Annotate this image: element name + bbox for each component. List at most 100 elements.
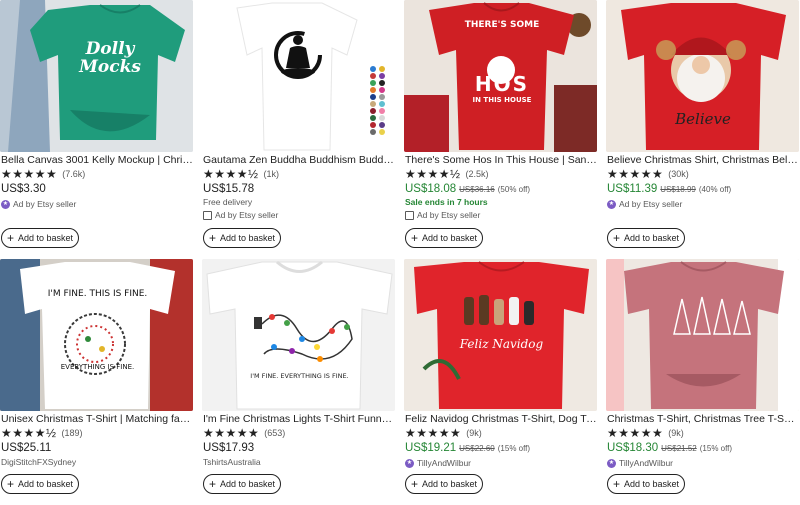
shop-label[interactable]: ★ TillyAndWilbur bbox=[607, 458, 673, 468]
button-label: Add to basket bbox=[219, 233, 276, 243]
add-to-basket-button[interactable]: + Add to basket bbox=[405, 228, 483, 248]
rating: ★★★★½ (2.5k) bbox=[405, 168, 489, 180]
shop-name: TillyAndWilbur bbox=[619, 458, 674, 468]
shirt-text-line: THERE'S SOME bbox=[464, 20, 540, 30]
ad-label: ★ Ad by Etsy seller bbox=[1, 199, 76, 209]
add-to-basket-button[interactable]: + Add to basket bbox=[405, 474, 483, 494]
review-count: (7.6k) bbox=[62, 169, 86, 179]
add-to-basket-button[interactable]: + Add to basket bbox=[1, 474, 79, 494]
ad-label: ★ Ad by Etsy seller bbox=[607, 199, 682, 209]
shirt-text-line: I'M FINE. THIS IS FINE. bbox=[47, 289, 148, 299]
price-row: US$25.11 bbox=[1, 442, 51, 454]
product-image[interactable]: I'M FINE. THIS IS FINE. EVERYTHING IS FI… bbox=[0, 259, 193, 411]
star-rating-icon: ★★★★½ bbox=[1, 426, 57, 440]
star-rating-icon: ★★★★½ bbox=[203, 167, 259, 181]
product-card[interactable]: THERE'S SOME HOS IN THIS HOUSE There's S… bbox=[404, 0, 597, 248]
button-label: Add to basket bbox=[421, 233, 478, 243]
ad-text: Ad by Etsy seller bbox=[13, 199, 77, 209]
product-card[interactable]: I'M FINE. THIS IS FINE. EVERYTHING IS FI… bbox=[0, 259, 193, 505]
add-to-basket-button[interactable]: + Add to basket bbox=[1, 228, 79, 248]
button-label: Add to basket bbox=[623, 479, 680, 489]
product-image[interactable]: I'M FINE. EVERYTHING IS FINE. bbox=[202, 259, 395, 411]
sale-price: US$18.30 bbox=[607, 442, 659, 454]
shirt-print-text: Believe bbox=[675, 110, 731, 128]
product-image[interactable]: Believe bbox=[606, 0, 799, 152]
sale-ends-label: Sale ends in 7 hours bbox=[405, 197, 488, 207]
product-title[interactable]: Bella Canvas 3001 Kelly Mockup | Christm… bbox=[1, 154, 193, 167]
ad-label: Ad by Etsy seller bbox=[203, 210, 278, 220]
product-card[interactable]: Dolly Mocks Bella Canvas 3001 Kelly Mock… bbox=[0, 0, 193, 248]
shirt-print-text: THERE'S SOME HOS IN THIS HOUSE bbox=[460, 20, 544, 104]
product-card[interactable]: Believe Believe Christmas Shirt, Christm… bbox=[606, 0, 799, 248]
product-image[interactable]: THERE'S SOME HOS IN THIS HOUSE bbox=[404, 0, 597, 152]
product-title[interactable]: I'm Fine Christmas Lights T-Shirt Funny … bbox=[203, 413, 395, 426]
product-title[interactable]: There's Some Hos In This House | Santa C… bbox=[405, 154, 597, 167]
star-rating-icon: ★★★★★ bbox=[405, 426, 462, 440]
ad-text: Ad by Etsy seller bbox=[417, 210, 481, 220]
product-title[interactable]: Gautama Zen Buddha Buddhism Buddhist Rel… bbox=[203, 154, 395, 167]
review-count: (653) bbox=[264, 428, 286, 438]
product-title[interactable]: Feliz Navidog Christmas T-Shirt, Dog T-S… bbox=[405, 413, 597, 426]
price-row: US$15.78 bbox=[203, 183, 254, 195]
button-label: Add to basket bbox=[421, 479, 478, 489]
product-title[interactable]: Believe Christmas Shirt, Christmas Belie… bbox=[607, 154, 799, 167]
product-image[interactable]: Feliz Navidog bbox=[404, 259, 597, 411]
shirt-print-text: I'M FINE. THIS IS FINE. EVERYTHING IS FI… bbox=[30, 289, 165, 371]
star-rating-icon: ★★★★½ bbox=[405, 167, 461, 181]
ad-icon: ★ bbox=[1, 199, 10, 209]
product-image[interactable]: Dolly Mocks bbox=[0, 0, 193, 152]
shop-name: TillyAndWilbur bbox=[417, 458, 472, 468]
discount-percent: (50% off) bbox=[497, 185, 531, 194]
product-card[interactable]: Feliz Navidog Feliz Navidog Christmas T-… bbox=[404, 259, 597, 505]
price: US$17.93 bbox=[203, 442, 255, 454]
product-card[interactable]: Gautama Zen Buddha Buddhism Buddhist Rel… bbox=[202, 0, 395, 248]
ad-text: Ad by Etsy seller bbox=[619, 199, 683, 209]
shirt-print-text: Dolly Mocks bbox=[79, 39, 141, 77]
add-to-basket-button[interactable]: + Add to basket bbox=[203, 228, 281, 248]
product-image[interactable] bbox=[606, 259, 799, 411]
add-to-basket-button[interactable]: + Add to basket bbox=[607, 228, 685, 248]
add-to-basket-button[interactable]: + Add to basket bbox=[203, 474, 281, 494]
plus-icon: + bbox=[410, 477, 418, 491]
plus-icon: + bbox=[612, 477, 620, 491]
shirt-print-text: Feliz Navidog bbox=[459, 337, 544, 351]
button-label: Add to basket bbox=[17, 479, 74, 489]
review-count: (9k) bbox=[668, 428, 684, 438]
button-label: Add to basket bbox=[623, 233, 680, 243]
review-count: (9k) bbox=[466, 428, 482, 438]
product-grid: Dolly Mocks Bella Canvas 3001 Kelly Mock… bbox=[0, 0, 800, 497]
ad-label: Ad by Etsy seller bbox=[405, 210, 480, 220]
product-image[interactable] bbox=[202, 0, 395, 152]
discount-percent: (15% off) bbox=[497, 444, 531, 453]
price-row: US$18.30 US$21.52 (15% off) bbox=[607, 442, 732, 454]
shop-label[interactable]: ★ TillyAndWilbur bbox=[405, 458, 471, 468]
rating: ★★★★★ (7.6k) bbox=[1, 168, 85, 180]
price-row: US$19.21 US$22.60 (15% off) bbox=[405, 442, 530, 454]
shop-name[interactable]: TshirtsAustralia bbox=[203, 457, 261, 467]
price-row: US$3.30 bbox=[1, 183, 46, 195]
rating: ★★★★★ (30k) bbox=[607, 168, 689, 180]
shirt-text-line: HOS bbox=[474, 72, 530, 96]
plus-icon: + bbox=[612, 231, 620, 245]
price: US$3.30 bbox=[1, 183, 46, 195]
add-to-basket-button[interactable]: + Add to basket bbox=[607, 474, 685, 494]
plus-icon: + bbox=[6, 231, 14, 245]
shop-name[interactable]: DigiStitchFXSydney bbox=[1, 457, 76, 467]
product-title[interactable]: Unisex Christmas T-Shirt | Matching fami… bbox=[1, 413, 193, 426]
product-card[interactable]: I'M FINE. EVERYTHING IS FINE. I'm Fine C… bbox=[202, 259, 395, 505]
review-count: (189) bbox=[61, 428, 83, 438]
sale-price: US$19.21 bbox=[405, 442, 457, 454]
rating: ★★★★½ (1k) bbox=[203, 168, 279, 180]
original-price: US$22.60 bbox=[459, 444, 495, 453]
discount-percent: (15% off) bbox=[699, 444, 733, 453]
review-count: (1k) bbox=[263, 169, 280, 179]
product-title[interactable]: Christmas T-Shirt, Christmas Tree T-Shir… bbox=[607, 413, 799, 426]
color-swatches bbox=[370, 66, 386, 135]
shop-badge-icon: ★ bbox=[405, 458, 414, 468]
ad-icon bbox=[203, 210, 212, 220]
sale-price: US$18.08 bbox=[405, 183, 457, 195]
product-card[interactable]: Christmas T-Shirt, Christmas Tree T-Shir… bbox=[606, 259, 799, 505]
price: US$15.78 bbox=[203, 183, 255, 195]
original-price: US$18.99 bbox=[660, 185, 696, 194]
rating: ★★★★½ (189) bbox=[1, 427, 83, 439]
